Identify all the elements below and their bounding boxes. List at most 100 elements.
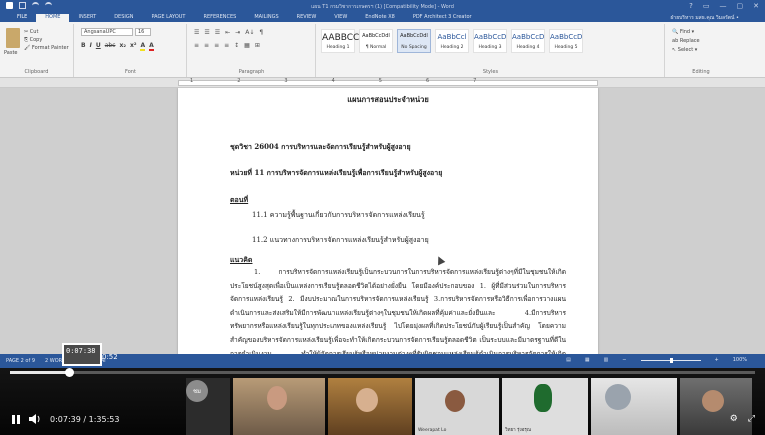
style-sample: AaBbCcl: [437, 33, 467, 41]
multilevel-button[interactable]: ☰: [215, 29, 220, 36]
page-count[interactable]: PAGE 2 of 9: [6, 358, 35, 364]
style-normal[interactable]: AaBbCcDdI ¶ Normal: [359, 29, 393, 53]
zoom-slider-knob[interactable]: [669, 357, 673, 363]
person-face: [702, 390, 724, 412]
justify-button[interactable]: ≡: [224, 42, 229, 49]
person-face: [445, 390, 465, 412]
title-bar: แผน T1 กรมวิชาการเกษตรฯ (1) [Compatibili…: [0, 0, 765, 12]
shading-button[interactable]: ▦: [244, 42, 250, 49]
ruler-number: 7: [473, 78, 477, 84]
ruler-number: 3: [284, 78, 288, 84]
style-name: Heading 5: [554, 45, 578, 50]
bold-button[interactable]: B: [81, 42, 86, 51]
participant-tile[interactable]: [233, 378, 325, 435]
style-heading-3[interactable]: AaBbCcD Heading 3: [473, 29, 507, 53]
participant-video: [591, 378, 677, 435]
zoom-slider[interactable]: [640, 357, 701, 363]
participant-name: Weerapat Lo: [418, 428, 447, 433]
seek-bar[interactable]: 0:07:38 0:52: [10, 343, 755, 377]
increase-indent-button[interactable]: ⇥: [235, 29, 240, 36]
line-spacing-button[interactable]: ↕: [234, 42, 239, 49]
strikethrough-button[interactable]: abc: [105, 42, 116, 51]
pause-icon: [12, 414, 20, 424]
zoom-out-icon[interactable]: −: [622, 357, 626, 363]
style-no-spacing[interactable]: AaBbCcDdI No Spacing: [397, 29, 431, 53]
font-size-select[interactable]: 16: [135, 28, 151, 36]
align-left-button[interactable]: ≡: [194, 42, 199, 49]
style-name: No Spacing: [401, 45, 427, 50]
zoom-in-icon[interactable]: +: [715, 357, 719, 363]
superscript-button[interactable]: x²: [130, 42, 137, 51]
style-name: Heading 1: [326, 45, 350, 50]
player-right-controls: ⚙ ⤢: [730, 414, 755, 424]
clipboard-label: Clipboard: [24, 69, 49, 75]
participant-tile[interactable]: วิทยา รุ่งอรุณ: [502, 378, 588, 435]
participant-tile[interactable]: [591, 378, 677, 435]
underline-button[interactable]: U: [96, 42, 101, 51]
ribbon-display-icon[interactable]: ▭: [703, 2, 710, 10]
style-heading-1[interactable]: AABBCC Heading 1: [321, 29, 359, 53]
document-page[interactable]: แผนการสอนประจำหน่วย ชุดวิชา 26004 การบริ…: [178, 88, 598, 354]
web-layout-icon[interactable]: ▥: [604, 357, 609, 363]
italic-button[interactable]: I: [90, 42, 92, 51]
participant-tile[interactable]: Weerapat Lo: [415, 378, 499, 435]
style-sample: AaBbCcDdI: [400, 33, 428, 39]
style-name: Heading 4: [516, 45, 540, 50]
print-layout-icon[interactable]: ▦: [585, 357, 590, 363]
paste-icon[interactable]: [6, 28, 20, 48]
style-heading-2[interactable]: AaBbCcl Heading 2: [435, 29, 469, 53]
concept-text: 1. การบริหารจัดการแหล่งเรียนรู้เป็นกระบว…: [230, 268, 566, 354]
paste-button[interactable]: Paste: [4, 50, 18, 56]
seek-handle[interactable]: [65, 368, 75, 377]
concept-label: แนวคิด: [230, 255, 253, 264]
minimize-icon[interactable]: —: [720, 2, 727, 10]
user-account[interactable]: ฝ่ายบริหาร มสธ.คุณ วิมลรัตน์ •: [670, 14, 739, 22]
volume-button[interactable]: [29, 414, 41, 424]
window-title: แผน T1 กรมวิชาการเกษตรฯ (1) [Compatibili…: [311, 4, 454, 10]
decrease-indent-button[interactable]: ⇤: [225, 29, 230, 36]
font-name-select[interactable]: AngsanaUPC: [81, 28, 133, 36]
fullscreen-icon[interactable]: ⤢: [748, 414, 755, 424]
ruler-number: 1: [190, 78, 194, 84]
avatar[interactable]: ชม: [186, 380, 208, 402]
read-mode-icon[interactable]: ▤: [566, 357, 571, 363]
participant-tile[interactable]: [328, 378, 412, 435]
bullets-button[interactable]: ☰: [194, 29, 199, 36]
style-name: ¶ Normal: [365, 45, 387, 50]
close-icon[interactable]: ✕: [753, 2, 759, 10]
sort-button[interactable]: A↓: [245, 29, 254, 36]
participant-tile[interactable]: [680, 378, 752, 435]
find-button[interactable]: 🔍 Find ▾: [672, 28, 700, 37]
style-heading-5[interactable]: AaBbCcD Heading 5: [549, 29, 583, 53]
show-marks-button[interactable]: ¶: [259, 29, 263, 36]
clipboard-group: Paste ✂ Cut ⎘ Copy 🖌 Format Painter Clip…: [0, 24, 74, 77]
paragraph-label: Paragraph: [238, 69, 265, 75]
maximize-icon[interactable]: ▢: [737, 2, 744, 10]
horizontal-ruler[interactable]: 1 2 3 4 5 6 7: [0, 78, 765, 88]
pause-button[interactable]: [12, 414, 20, 424]
borders-button[interactable]: ⊞: [255, 42, 260, 49]
style-heading-4[interactable]: AaBbCcD Heading 4: [511, 29, 545, 53]
highlight-button[interactable]: A: [140, 42, 146, 51]
format-painter-button[interactable]: 🖌 Format Painter: [24, 44, 69, 52]
replace-button[interactable]: ab Replace: [672, 37, 700, 46]
select-button[interactable]: ↖ Select ▾: [672, 46, 700, 55]
settings-icon[interactable]: ⚙: [730, 414, 738, 424]
document-canvas[interactable]: แผนการสอนประจำหน่วย ชุดวิชา 26004 การบริ…: [0, 88, 765, 354]
editing-label: Editing: [692, 69, 710, 75]
font-color-button[interactable]: A: [149, 42, 154, 51]
numbering-button[interactable]: ☰: [204, 29, 209, 36]
ruler-number: 6: [425, 78, 430, 84]
cut-button[interactable]: ✂ Cut: [24, 28, 69, 36]
align-right-button[interactable]: ≡: [214, 42, 219, 49]
screen: แผน T1 กรมวิชาการเกษตรฯ (1) [Compatibili…: [0, 0, 765, 435]
topic-item-2: 11.2 แนวทางการบริหารจัดการแหล่งเรียนรู้ส…: [252, 236, 429, 244]
help-icon[interactable]: ?: [689, 2, 693, 10]
copy-button[interactable]: ⎘ Copy: [24, 36, 69, 44]
document-heading: แผนการสอนประจำหน่วย: [347, 95, 429, 104]
person-face: [605, 384, 631, 410]
volume-icon: [29, 414, 40, 424]
zoom-level[interactable]: 100%: [733, 357, 747, 363]
subscript-button[interactable]: x₂: [119, 42, 126, 51]
align-center-button[interactable]: ≡: [204, 42, 209, 49]
